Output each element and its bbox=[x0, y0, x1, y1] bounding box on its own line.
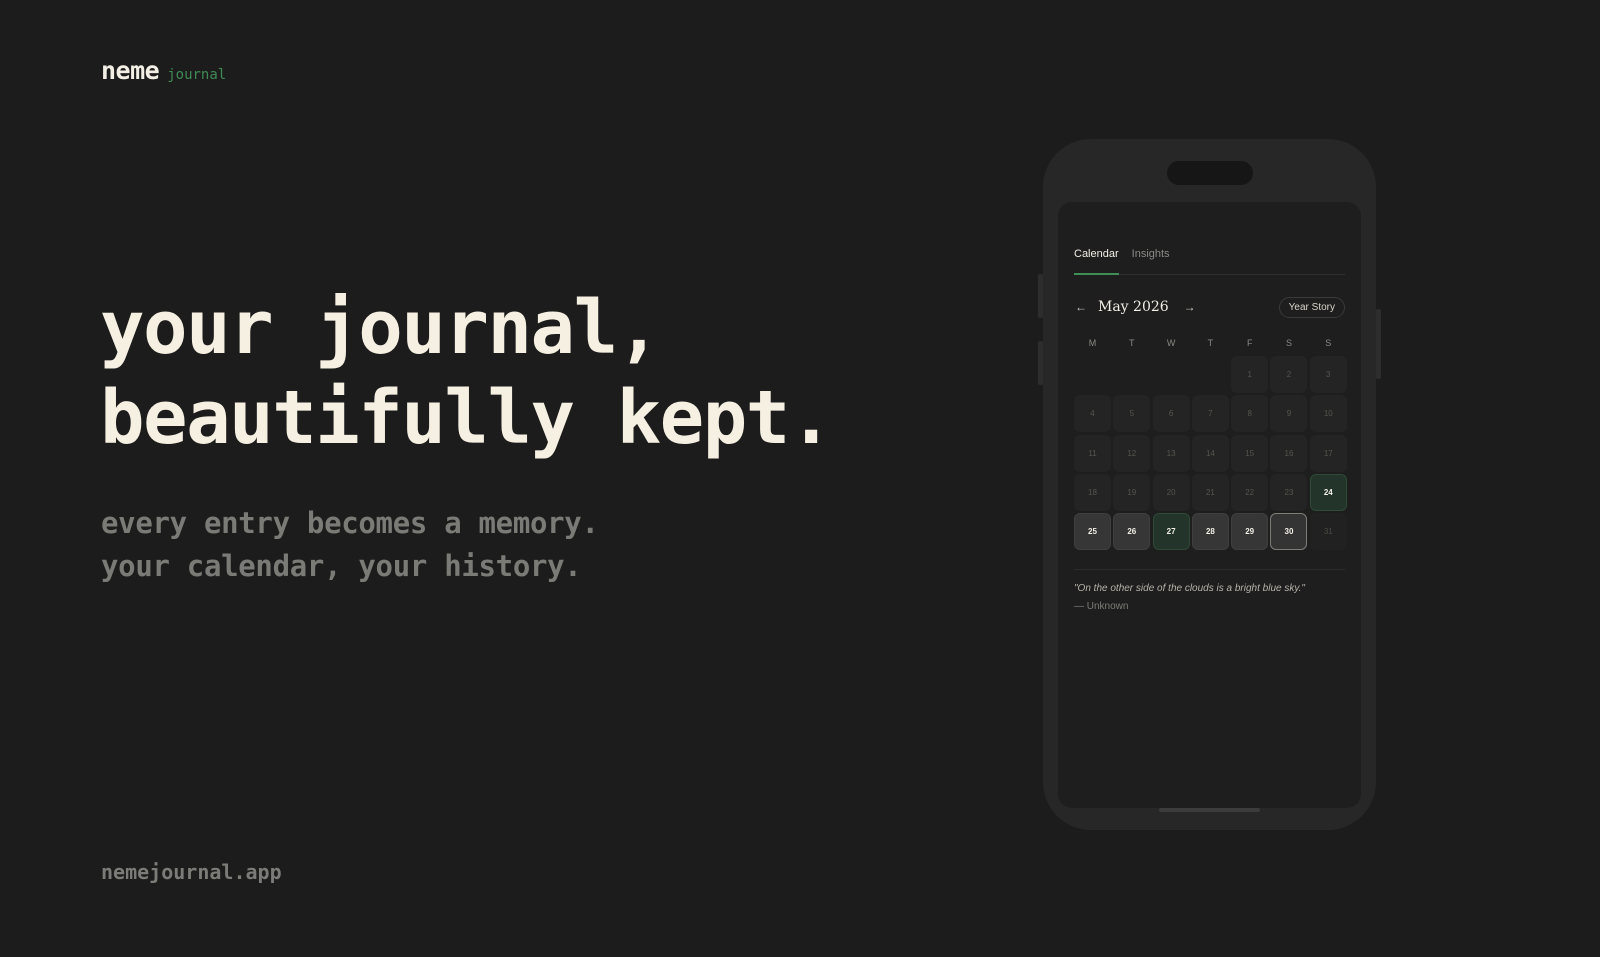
calendar-day-28[interactable]: 28 bbox=[1191, 513, 1229, 551]
phone-side-button bbox=[1038, 341, 1043, 385]
weekday-label: S bbox=[1325, 338, 1332, 348]
calendar-day-22[interactable]: 22 bbox=[1231, 473, 1269, 511]
calendar-day-19[interactable]: 19 bbox=[1113, 473, 1151, 511]
calendar-day-7[interactable]: 7 bbox=[1191, 395, 1229, 433]
arrow-right-icon[interactable]: → bbox=[1183, 300, 1197, 314]
tab-insights[interactable]: Insights bbox=[1132, 246, 1170, 275]
calendar-day-26[interactable]: 26 bbox=[1113, 513, 1151, 551]
phone-dynamic-island bbox=[1167, 161, 1253, 185]
calendar-day-30[interactable]: 30 bbox=[1270, 513, 1308, 551]
hero-headline: your journal, beautifully kept. bbox=[100, 283, 833, 463]
calendar-day-3[interactable]: 3 bbox=[1309, 356, 1347, 393]
calendar-day-25[interactable]: 25 bbox=[1074, 513, 1111, 551]
calendar-day-29[interactable]: 29 bbox=[1231, 513, 1269, 551]
calendar-day-20[interactable]: 20 bbox=[1152, 473, 1190, 511]
weekday-label: T bbox=[1129, 338, 1135, 348]
hero-subheadline: every entry becomes a memory. your calen… bbox=[101, 502, 599, 588]
calendar-blank-cell bbox=[1192, 356, 1229, 393]
calendar-blank-cell bbox=[1153, 356, 1190, 393]
daily-quote: "On the other side of the clouds is a br… bbox=[1074, 583, 1305, 594]
divider bbox=[1074, 569, 1345, 570]
app-screen: Calendar Insights ← May 2026 → Year Stor… bbox=[1058, 202, 1361, 808]
tab-calendar[interactable]: Calendar bbox=[1074, 246, 1119, 275]
calendar-day-23[interactable]: 23 bbox=[1270, 473, 1308, 511]
weekday-label: W bbox=[1166, 338, 1176, 348]
hero-subheadline-line-2: your calendar, your history. bbox=[101, 549, 582, 583]
calendar-day-10[interactable]: 10 bbox=[1309, 395, 1347, 433]
phone-side-button bbox=[1038, 274, 1043, 318]
calendar-day-12[interactable]: 12 bbox=[1113, 434, 1151, 472]
phone-mockup: Calendar Insights ← May 2026 → Year Stor… bbox=[1038, 139, 1381, 830]
hero-headline-line-1: your journal, bbox=[100, 285, 661, 371]
calendar-day-31[interactable]: 31 bbox=[1309, 513, 1347, 551]
weekday-label: S bbox=[1285, 338, 1292, 348]
calendar-day-2[interactable]: 2 bbox=[1270, 356, 1308, 393]
weekday-label: M bbox=[1088, 338, 1097, 348]
weekday-label: F bbox=[1246, 338, 1253, 348]
month-navigation: ← May 2026 → Year Story bbox=[1074, 296, 1345, 318]
calendar-day-4[interactable]: 4 bbox=[1074, 395, 1111, 433]
arrow-left-icon[interactable]: ← bbox=[1074, 300, 1088, 314]
year-story-button[interactable]: Year Story bbox=[1278, 296, 1345, 318]
calendar-day-9[interactable]: 9 bbox=[1270, 395, 1308, 433]
month-title: May 2026 bbox=[1098, 299, 1169, 315]
weekday-label: T bbox=[1207, 338, 1214, 348]
calendar-day-5[interactable]: 5 bbox=[1113, 395, 1151, 433]
calendar-day-1[interactable]: 1 bbox=[1231, 356, 1269, 393]
brand-logo[interactable]: neme journal bbox=[101, 56, 226, 85]
calendar-day-24[interactable]: 24 bbox=[1309, 473, 1347, 511]
home-indicator bbox=[1159, 808, 1260, 812]
calendar-day-11[interactable]: 11 bbox=[1074, 434, 1111, 472]
calendar-day-6[interactable]: 6 bbox=[1152, 395, 1190, 433]
calendar-day-17[interactable]: 17 bbox=[1309, 434, 1347, 472]
calendar-day-13[interactable]: 13 bbox=[1152, 434, 1190, 472]
calendar-day-21[interactable]: 21 bbox=[1191, 473, 1229, 511]
calendar-day-8[interactable]: 8 bbox=[1231, 395, 1269, 433]
footer-url-link[interactable]: nemejournal.app bbox=[101, 860, 282, 884]
phone-power-button bbox=[1376, 309, 1381, 379]
calendar-day-15[interactable]: 15 bbox=[1231, 434, 1269, 472]
brand-subtitle: journal bbox=[167, 67, 227, 83]
weekday-header: M T W T F S S bbox=[1074, 338, 1345, 348]
hero-headline-line-2: beautifully kept. bbox=[100, 375, 833, 461]
calendar-grid: 1 2 3 4 5 6 7 8 9 10 11 12 13 14 15 16 17 18 19 20 21 22 23 24 2… bbox=[1074, 356, 1347, 551]
calendar-blank-cell bbox=[1074, 356, 1111, 393]
quote-author: — Unknown bbox=[1074, 601, 1129, 612]
calendar-day-14[interactable]: 14 bbox=[1191, 434, 1229, 472]
calendar-day-27[interactable]: 27 bbox=[1152, 513, 1190, 551]
app-tab-bar: Calendar Insights bbox=[1074, 246, 1345, 275]
calendar-day-16[interactable]: 16 bbox=[1270, 434, 1308, 472]
brand-name: neme bbox=[101, 56, 160, 85]
calendar-blank-cell bbox=[1113, 356, 1150, 393]
calendar-day-18[interactable]: 18 bbox=[1074, 473, 1111, 511]
hero-subheadline-line-1: every entry becomes a memory. bbox=[101, 506, 599, 540]
